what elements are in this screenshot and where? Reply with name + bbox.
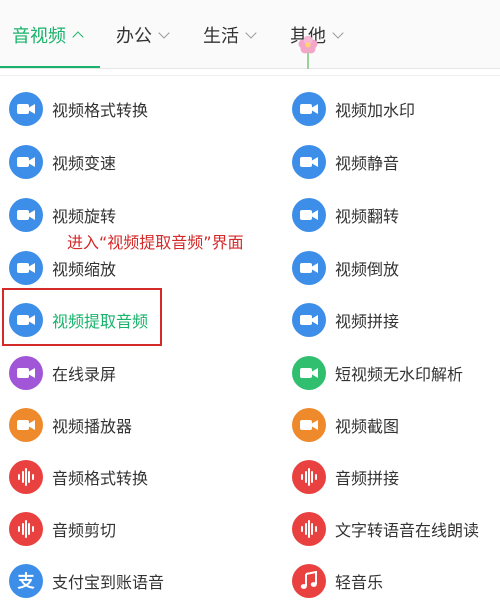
active-tab-underline [0, 66, 100, 68]
tool-item-label: 视频变速 [52, 154, 117, 173]
tool-item[interactable]: 音频格式转换 [9, 457, 148, 497]
svg-text:支: 支 [18, 571, 36, 592]
tool-item[interactable]: 视频翻转 [292, 195, 399, 235]
tool-item-label: 视频静音 [335, 154, 400, 173]
chevron-down-icon [245, 26, 257, 39]
tool-item[interactable]: 视频加水印 [292, 89, 415, 129]
music-note-icon [292, 564, 326, 598]
video-camera-icon [9, 251, 43, 285]
tool-item-label: 支付宝到账语音 [52, 573, 165, 592]
tool-item[interactable]: 文字转语音在线朗读 [292, 509, 479, 549]
video-camera-icon [292, 251, 326, 285]
tab-label: 音视频 [12, 26, 66, 47]
tool-item-label: 视频旋转 [52, 207, 117, 226]
video-camera-icon [292, 356, 326, 390]
video-camera-icon [292, 92, 326, 126]
tool-item[interactable]: 视频播放器 [9, 405, 132, 445]
video-camera-icon [292, 408, 326, 442]
flower-decoration-icon [296, 36, 320, 70]
video-camera-icon [9, 356, 43, 390]
tool-item-label: 视频格式转换 [52, 101, 149, 120]
chevron-down-icon [332, 26, 344, 39]
tool-item[interactable]: 视频截图 [292, 405, 399, 445]
tool-item[interactable]: 视频倒放 [292, 248, 399, 288]
tab-audio-video[interactable]: 音视频 [12, 22, 84, 48]
tool-item[interactable]: 短视频无水印解析 [292, 353, 463, 393]
tool-item[interactable]: 视频拼接 [292, 300, 399, 340]
video-camera-icon [9, 92, 43, 126]
tool-item-label: 短视频无水印解析 [335, 365, 464, 384]
tab-life[interactable]: 生活 [203, 22, 257, 48]
tool-item[interactable]: 视频变速 [9, 142, 116, 182]
chevron-down-icon [158, 26, 170, 39]
audio-wave-icon [292, 512, 326, 546]
chevron-up-icon [72, 31, 84, 43]
tool-item[interactable]: 支支付宝到账语音 [9, 561, 164, 601]
tool-item-label: 轻音乐 [335, 573, 384, 592]
annotation-text: 进入“视频提取音频”界面 [67, 233, 244, 252]
video-camera-icon [292, 198, 326, 232]
audio-wave-icon [292, 460, 326, 494]
tool-item-label: 视频截图 [335, 417, 400, 436]
tool-item-label: 音频剪切 [52, 521, 117, 540]
tab-label: 生活 [203, 26, 239, 47]
video-camera-icon [9, 408, 43, 442]
video-camera-icon [9, 145, 43, 179]
tool-item-label: 音频格式转换 [52, 469, 149, 488]
tool-item-label: 视频翻转 [335, 207, 400, 226]
highlight-box [2, 288, 162, 346]
alipay-icon: 支 [9, 564, 43, 598]
tab-label: 办公 [116, 26, 152, 47]
video-camera-icon [292, 145, 326, 179]
audio-wave-icon [9, 460, 43, 494]
tool-item-label: 视频加水印 [335, 101, 416, 120]
tab-office[interactable]: 办公 [116, 22, 170, 48]
tool-item-label: 在线录屏 [52, 365, 117, 384]
tool-item[interactable]: 视频静音 [292, 142, 399, 182]
tool-item-label: 视频倒放 [335, 260, 400, 279]
tool-item-label: 音频拼接 [335, 469, 400, 488]
tool-item[interactable]: 音频拼接 [292, 457, 399, 497]
tool-item[interactable]: 音频剪切 [9, 509, 116, 549]
video-camera-icon [9, 198, 43, 232]
tool-item[interactable]: 视频缩放 [9, 248, 116, 288]
audio-wave-icon [9, 512, 43, 546]
tool-item-label: 文字转语音在线朗读 [335, 521, 480, 540]
tool-item-label: 视频播放器 [52, 417, 133, 436]
tool-item[interactable]: 在线录屏 [9, 353, 116, 393]
category-tab-bar: 音视频 办公 生活 其他 [0, 0, 500, 69]
tool-item[interactable]: 视频格式转换 [9, 89, 148, 129]
tool-item-label: 视频缩放 [52, 260, 117, 279]
tool-item[interactable]: 轻音乐 [292, 561, 383, 601]
video-camera-icon [292, 303, 326, 337]
tool-item-label: 视频拼接 [335, 312, 400, 331]
